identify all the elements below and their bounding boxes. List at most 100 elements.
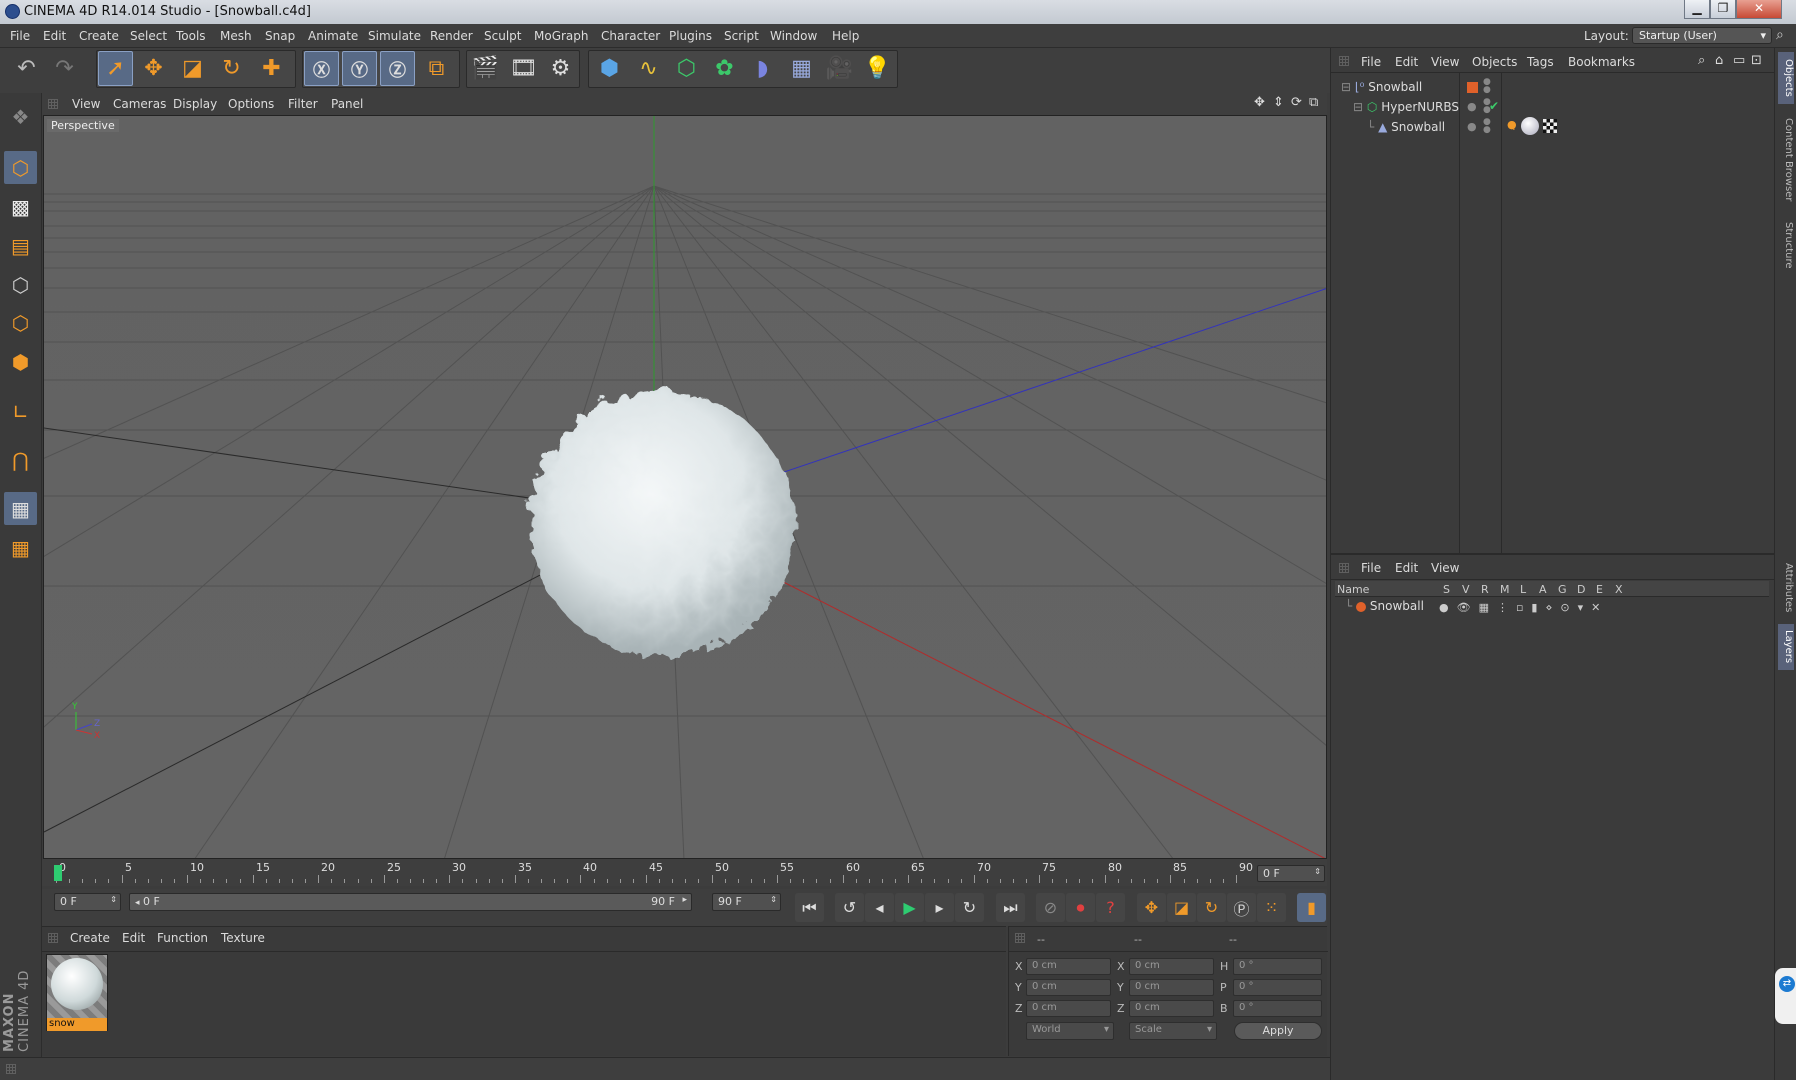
- col-render[interactable]: R: [1481, 583, 1489, 596]
- prev-key-button[interactable]: ↺: [835, 893, 864, 922]
- end-frame-field[interactable]: 90 F ⇕: [712, 893, 781, 911]
- menu-window[interactable]: Window: [770, 29, 817, 43]
- viewport-maximize-icon[interactable]: ⧉: [1309, 95, 1318, 110]
- goto-start-button[interactable]: ⏮: [795, 893, 824, 922]
- y-axis-lock-button[interactable]: Ⓨ: [342, 51, 377, 86]
- texture-mode-button[interactable]: ▩: [4, 190, 37, 223]
- viewport-menu-display[interactable]: Display: [173, 97, 217, 111]
- menu-create[interactable]: Create: [79, 29, 119, 43]
- array-button[interactable]: ✿: [707, 51, 742, 86]
- menu-tools[interactable]: Tools: [176, 29, 206, 43]
- size-x-field[interactable]: 0 cm: [1129, 958, 1214, 975]
- viewport-menu-filter[interactable]: Filter: [288, 97, 318, 111]
- layer-menu-file[interactable]: File: [1361, 561, 1381, 575]
- col-generators[interactable]: G: [1558, 583, 1567, 596]
- collapse-icon[interactable]: ▭: [1733, 53, 1745, 68]
- autokeying-button[interactable]: ⏺: [1066, 893, 1095, 922]
- key-parameter-button[interactable]: Ⓟ: [1227, 893, 1256, 922]
- viewport-rotate-icon[interactable]: ⟳: [1291, 95, 1302, 110]
- current-frame-field[interactable]: 0 F ⇕: [1257, 865, 1325, 882]
- col-xref[interactable]: X: [1615, 583, 1623, 596]
- menu-edit[interactable]: Edit: [43, 29, 66, 43]
- rotate-tool-button[interactable]: ↻: [214, 51, 249, 86]
- object-menu-view[interactable]: View: [1431, 55, 1459, 69]
- teamviewer-widget[interactable]: ⇄: [1775, 968, 1796, 1024]
- tab-attributes[interactable]: Attributes: [1778, 556, 1794, 620]
- prev-frame-button[interactable]: ◂: [865, 893, 894, 922]
- keyframe-selection-button[interactable]: ?: [1096, 893, 1125, 922]
- rot-h-field[interactable]: 0 °: [1233, 958, 1322, 975]
- z-axis-lock-button[interactable]: Ⓩ: [380, 51, 415, 86]
- planar-workplane-button[interactable]: ▦: [4, 531, 37, 564]
- search-icon[interactable]: ⌕: [1776, 27, 1784, 43]
- layer-row-snowball[interactable]: └ Snowball: [1345, 599, 1424, 619]
- object-menu-objects[interactable]: Objects: [1472, 55, 1517, 69]
- model-mode-button[interactable]: ⬡: [4, 151, 37, 184]
- cube-primitive-button[interactable]: ⬢: [592, 51, 627, 86]
- search-icon[interactable]: ⌕: [1698, 53, 1705, 68]
- menu-help[interactable]: Help: [832, 29, 859, 43]
- render-picture-viewer-button[interactable]: 🎞: [506, 51, 541, 86]
- coordinate-space-select[interactable]: World ▾: [1026, 1022, 1114, 1040]
- material-menu-edit[interactable]: Edit: [122, 931, 145, 945]
- undo-button[interactable]: ↶: [9, 51, 44, 86]
- live-selection-button[interactable]: ➚: [98, 51, 133, 86]
- object-menu-bookmarks[interactable]: Bookmarks: [1568, 55, 1635, 69]
- play-button[interactable]: ▶: [895, 893, 924, 922]
- rot-b-field[interactable]: 0 °: [1233, 1000, 1322, 1017]
- visibility-dots-icon[interactable]: ● ●: [1483, 118, 1491, 135]
- key-scale-button[interactable]: ◪: [1167, 893, 1196, 922]
- tab-layers[interactable]: Layers: [1778, 624, 1794, 670]
- redo-button[interactable]: ↷: [47, 51, 82, 86]
- close-button[interactable]: ✕: [1736, 0, 1782, 19]
- viewport-menu-view[interactable]: View: [72, 97, 100, 111]
- move-tool-button[interactable]: ✥: [136, 51, 171, 86]
- polygons-mode-button[interactable]: ⬢: [4, 345, 37, 378]
- spline-button[interactable]: ∿: [631, 51, 666, 86]
- pos-z-field[interactable]: 0 cm: [1026, 1000, 1111, 1017]
- size-mode-select[interactable]: Scale ▾: [1129, 1022, 1217, 1040]
- col-animation[interactable]: A: [1539, 583, 1547, 596]
- visibility-dots-icon[interactable]: ● ●: [1483, 78, 1491, 95]
- snap-button[interactable]: ⋂: [4, 443, 37, 476]
- goto-end-button[interactable]: ⏭: [996, 893, 1025, 922]
- col-locked[interactable]: L: [1520, 583, 1526, 596]
- playhead[interactable]: [54, 865, 62, 881]
- viewport-move-icon[interactable]: ✥: [1254, 95, 1265, 110]
- key-pla-button[interactable]: ⁙: [1257, 893, 1286, 922]
- object-menu-tags[interactable]: Tags: [1527, 55, 1554, 69]
- col-visible[interactable]: V: [1462, 583, 1470, 596]
- layer-menu-edit[interactable]: Edit: [1395, 561, 1418, 575]
- coordinate-system-button[interactable]: ⧉: [419, 51, 454, 86]
- new-view-icon[interactable]: ⊡: [1751, 53, 1762, 68]
- col-name[interactable]: Name: [1337, 583, 1369, 596]
- make-editable-button[interactable]: ❖: [4, 100, 37, 133]
- layout-select[interactable]: Startup (User) ▾: [1632, 27, 1772, 44]
- col-expressions[interactable]: E: [1596, 583, 1603, 596]
- x-axis-lock-button[interactable]: Ⓧ: [304, 51, 339, 86]
- axis-mode-button[interactable]: ∟: [4, 395, 37, 428]
- nurbs-button[interactable]: ⬡: [669, 51, 704, 86]
- perspective-viewport[interactable]: Y Z X Perspective: [43, 115, 1327, 859]
- pos-y-field[interactable]: 0 cm: [1026, 979, 1111, 996]
- light-button[interactable]: 💡: [860, 51, 895, 86]
- menu-file[interactable]: File: [10, 29, 30, 43]
- camera-button[interactable]: 🎥: [822, 51, 857, 86]
- tab-objects[interactable]: Objects: [1778, 52, 1794, 104]
- col-deformers[interactable]: D: [1577, 583, 1585, 596]
- material-snow[interactable]: snow: [46, 954, 108, 1031]
- menu-mograph[interactable]: MoGraph: [534, 29, 589, 43]
- menu-script[interactable]: Script: [724, 29, 759, 43]
- render-settings-button[interactable]: ⚙: [543, 51, 578, 86]
- viewport-menu-cameras[interactable]: Cameras: [113, 97, 166, 111]
- layer-color-swatch[interactable]: [1467, 82, 1478, 93]
- range-slider[interactable]: ◂ 0 F 90 F ▸: [129, 893, 692, 911]
- uvw-tag-icon[interactable]: [1543, 119, 1557, 133]
- menu-select[interactable]: Select: [130, 29, 167, 43]
- object-menu-file[interactable]: File: [1361, 55, 1381, 69]
- floor-button[interactable]: ▦: [784, 51, 819, 86]
- enabled-check-icon[interactable]: ✔: [1489, 99, 1499, 113]
- material-menu-create[interactable]: Create: [70, 931, 110, 945]
- size-z-field[interactable]: 0 cm: [1129, 1000, 1214, 1017]
- object-menu-edit[interactable]: Edit: [1395, 55, 1418, 69]
